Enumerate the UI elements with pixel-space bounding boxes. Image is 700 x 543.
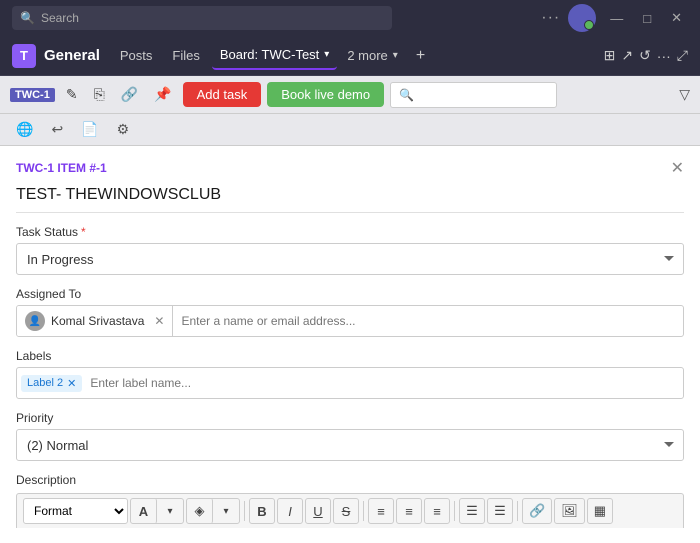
editor-toolbar: Format Heading 1 Heading 2 Paragraph A ▾… xyxy=(16,493,684,528)
link-icon-btn[interactable]: 🔗 xyxy=(116,83,143,106)
task-id: TWC-1 ITEM #-1 xyxy=(16,161,107,175)
highlight-group: ◈ ▾ xyxy=(186,498,240,524)
bold-button[interactable]: B xyxy=(249,498,275,524)
align-right-button[interactable]: ≡ xyxy=(424,498,450,524)
close-task-button[interactable]: ✕ xyxy=(671,158,684,178)
pin-icon-btn[interactable]: 📌 xyxy=(149,83,176,106)
description-group: Description Format Heading 1 Heading 2 P… xyxy=(16,473,684,528)
search-box[interactable]: 🔍 Search xyxy=(12,6,392,30)
labels-group: Labels Label 2 ✕ xyxy=(16,349,684,399)
underline-button[interactable]: U xyxy=(305,498,331,524)
tab-posts[interactable]: Posts xyxy=(112,42,161,69)
highlight-button[interactable]: ◈ xyxy=(187,498,213,524)
priority-label: Priority xyxy=(16,411,684,425)
app-icon: T xyxy=(12,44,36,68)
tab-icon-group: ⊞ ↗ ↺ ··· ⤢ xyxy=(604,47,688,64)
tab-board-label: Board: TWC-Test xyxy=(220,47,319,62)
link-button[interactable]: 🔗 xyxy=(522,498,552,524)
assignee-input[interactable] xyxy=(173,314,683,328)
font-color-button[interactable]: A xyxy=(131,498,157,524)
sub-toolbar: 🌐 ↩ 📄 ⚙ xyxy=(0,114,700,146)
refresh-icon[interactable]: ↺ xyxy=(639,47,651,64)
chevron-down-icon: ▾ xyxy=(324,49,329,60)
italic-button[interactable]: I xyxy=(277,498,303,524)
title-bar: 🔍 Search ··· — □ ✕ xyxy=(0,0,700,36)
filter-icon[interactable]: ▽ xyxy=(679,86,690,103)
font-color-arrow[interactable]: ▾ xyxy=(157,498,183,524)
required-marker: * xyxy=(81,225,86,239)
task-header: TWC-1 ITEM #-1 ✕ xyxy=(16,158,684,178)
highlight-arrow[interactable]: ▾ xyxy=(213,498,239,524)
tab-more[interactable]: 2 more ▾ xyxy=(341,42,404,69)
detach-icon[interactable]: ⤢ xyxy=(677,47,688,64)
search-field-icon: 🔍 xyxy=(399,88,414,102)
undo-icon-btn[interactable]: ↩ xyxy=(45,118,69,141)
format-select[interactable]: Format Heading 1 Heading 2 Paragraph xyxy=(23,498,128,524)
labels-label: Labels xyxy=(16,349,684,363)
assigned-to-group: Assigned To 👤 Komal Srivastava ✕ xyxy=(16,287,684,337)
task-badge: TWC-1 xyxy=(10,88,55,102)
divider-1 xyxy=(244,501,245,521)
search-field[interactable]: 🔍 xyxy=(390,82,557,108)
add-task-button[interactable]: Add task xyxy=(183,82,262,107)
settings-icon-btn[interactable]: ⚙ xyxy=(111,118,136,141)
tab-files[interactable]: Files xyxy=(164,42,207,69)
label-input[interactable] xyxy=(86,376,679,390)
minimize-button[interactable]: — xyxy=(604,11,629,26)
align-center-button[interactable]: ≡ xyxy=(396,498,422,524)
font-color-group: A ▾ xyxy=(130,498,184,524)
clear-assignee-button[interactable]: ✕ xyxy=(154,314,164,328)
divider-2 xyxy=(363,501,364,521)
toolbar: TWC-1 ✎ ⎘ 🔗 📌 Add task Book live demo 🔍 … xyxy=(0,76,700,114)
book-demo-button[interactable]: Book live demo xyxy=(267,82,384,107)
tab-bar: T General Posts Files Board: TWC-Test ▾ … xyxy=(0,36,700,76)
search-label: Search xyxy=(41,11,79,25)
maximize-button[interactable]: □ xyxy=(637,11,657,26)
assigned-left: 👤 Komal Srivastava ✕ xyxy=(17,306,173,336)
divider-3 xyxy=(454,501,455,521)
grid-view-icon[interactable]: ⊞ xyxy=(604,47,616,64)
title-bar-actions: ··· — □ ✕ xyxy=(541,4,688,32)
task-status-select[interactable]: In Progress To Do Done Cancelled xyxy=(16,243,684,275)
remove-label-button[interactable]: ✕ xyxy=(67,377,76,390)
assigned-name: Komal Srivastava xyxy=(51,314,144,328)
label-badge: Label 2 ✕ xyxy=(21,375,82,392)
tab-board[interactable]: Board: TWC-Test ▾ xyxy=(212,41,337,70)
more-tab-icon[interactable]: ··· xyxy=(657,48,671,64)
tab-more-label: 2 more xyxy=(347,48,387,63)
strikethrough-button[interactable]: S xyxy=(333,498,359,524)
edit-icon-btn[interactable]: ✎ xyxy=(61,83,83,106)
priority-group: Priority (1) Urgent (2) Normal (3) Low xyxy=(16,411,684,461)
user-avatar: 👤 xyxy=(25,311,45,331)
chevron-down-icon-more: ▾ xyxy=(393,50,398,61)
task-status-label: Task Status * xyxy=(16,225,684,239)
avatar[interactable] xyxy=(568,4,596,32)
assigned-to-label: Assigned To xyxy=(16,287,684,301)
align-left-button[interactable]: ≡ xyxy=(368,498,394,524)
labels-field[interactable]: Label 2 ✕ xyxy=(16,367,684,399)
divider-4 xyxy=(517,501,518,521)
expand-icon[interactable]: ↗ xyxy=(621,47,633,64)
document-icon-btn[interactable]: 📄 xyxy=(75,118,104,141)
ordered-list-button[interactable]: ☰ xyxy=(459,498,485,524)
task-title[interactable]: TEST- THEWINDOWSCLUB xyxy=(16,186,684,213)
task-status-group: Task Status * In Progress To Do Done Can… xyxy=(16,225,684,275)
more-options-icon[interactable]: ··· xyxy=(541,9,560,27)
assigned-field[interactable]: 👤 Komal Srivastava ✕ xyxy=(16,305,684,337)
search-input[interactable] xyxy=(418,88,548,102)
tab-add-button[interactable]: + xyxy=(408,43,433,69)
unordered-list-button[interactable]: ☰ xyxy=(487,498,513,524)
copy-icon-btn[interactable]: ⎘ xyxy=(89,83,110,106)
table-button[interactable]: ▦ xyxy=(587,498,613,524)
main-content: TWC-1 ITEM #-1 ✕ ➜ TEST- THEWINDOWSCLUB … xyxy=(0,146,700,543)
close-button[interactable]: ✕ xyxy=(665,10,688,26)
search-icon: 🔍 xyxy=(20,11,35,25)
format-select-wrapper[interactable]: Format Heading 1 Heading 2 Paragraph xyxy=(23,498,128,524)
description-label: Description xyxy=(16,473,684,487)
globe-icon-btn[interactable]: 🌐 xyxy=(10,118,39,141)
priority-select[interactable]: (1) Urgent (2) Normal (3) Low xyxy=(16,429,684,461)
app-name: General xyxy=(44,47,100,64)
image-button[interactable]: 🖼 xyxy=(554,498,585,524)
